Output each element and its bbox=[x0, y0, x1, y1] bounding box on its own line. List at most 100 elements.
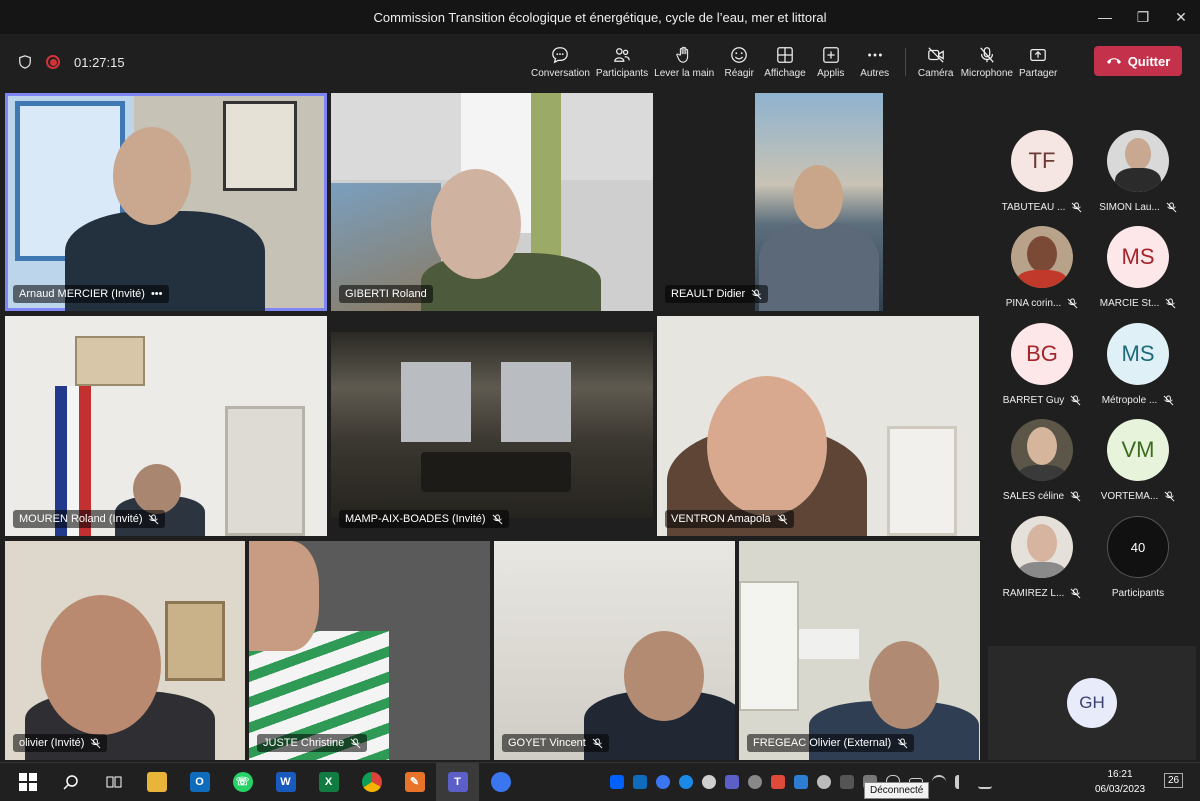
video-tile[interactable]: VENTRON Amapola bbox=[657, 316, 979, 536]
roster-participant[interactable]: TF TABUTEAU ... bbox=[992, 130, 1092, 213]
participants-count[interactable]: 40 Participants bbox=[1088, 516, 1188, 599]
volume-icon[interactable] bbox=[955, 775, 969, 789]
roster-participant[interactable]: MS Métropole ... bbox=[1088, 323, 1188, 406]
video-tile[interactable]: FREGEAC Olivier (External) bbox=[739, 541, 980, 760]
apps-button[interactable]: Applis bbox=[809, 34, 853, 90]
outlook-button[interactable]: O bbox=[178, 763, 221, 801]
taskbar-clock[interactable]: 16:21 06/03/2023 bbox=[1088, 767, 1152, 797]
dropbox-icon[interactable] bbox=[610, 775, 624, 789]
system-tray bbox=[610, 763, 992, 801]
teams-button[interactable]: T bbox=[436, 762, 479, 801]
chrome-button[interactable] bbox=[350, 763, 393, 801]
participant-face bbox=[113, 127, 191, 225]
participants-button[interactable]: Participants bbox=[593, 34, 651, 90]
task-view-button[interactable] bbox=[92, 763, 135, 801]
cloud-icon[interactable] bbox=[702, 775, 716, 789]
onedrive-icon[interactable] bbox=[679, 775, 693, 789]
video-tile[interactable]: olivier (Invité) bbox=[5, 541, 245, 760]
file-explorer-button[interactable] bbox=[135, 763, 178, 801]
avatar bbox=[1011, 226, 1073, 288]
mic-off-icon bbox=[90, 737, 101, 748]
roster-participant[interactable]: SIMON Lau... bbox=[1088, 130, 1188, 213]
mic-off-icon bbox=[350, 737, 361, 748]
signal-tray-icon[interactable] bbox=[656, 775, 670, 789]
camera-label: Caméra bbox=[917, 67, 954, 79]
shield-tray-icon[interactable] bbox=[794, 775, 808, 789]
participant-name: JUSTE Christine bbox=[263, 737, 345, 749]
raise-hand-button[interactable]: Lever la main bbox=[651, 34, 717, 90]
camera-button[interactable]: Caméra bbox=[914, 34, 958, 90]
participant-name: MOUREN Roland (Invité) bbox=[19, 513, 143, 525]
close-window-button[interactable]: ✕ bbox=[1162, 0, 1200, 34]
roster-participant[interactable]: RAMIREZ L... bbox=[992, 516, 1092, 599]
view-button[interactable]: Affichage bbox=[761, 34, 809, 90]
camera-off-icon bbox=[927, 46, 944, 63]
restore-button[interactable]: ❐ bbox=[1124, 0, 1162, 34]
roster-name-row: MARCIE St... bbox=[1088, 298, 1188, 309]
pen-app-button[interactable]: ✎ bbox=[393, 763, 436, 801]
roster-participant[interactable]: MS MARCIE St... bbox=[1088, 226, 1188, 309]
phone-hangup-icon bbox=[1106, 58, 1121, 64]
teams-tray-icon[interactable] bbox=[725, 775, 739, 789]
outlook-tray-icon[interactable] bbox=[633, 775, 647, 789]
search-button[interactable] bbox=[49, 763, 92, 801]
roster-participant[interactable]: BG BARRET Guy bbox=[992, 323, 1092, 406]
status-tray-icon[interactable] bbox=[817, 775, 831, 789]
avatar-initials: MS bbox=[1121, 244, 1155, 269]
roster-participant[interactable]: VM VORTEMA... bbox=[1088, 419, 1188, 502]
word-button[interactable]: W bbox=[264, 763, 307, 801]
quit-button[interactable]: Quitter bbox=[1094, 46, 1182, 76]
conversation-button[interactable]: Conversation bbox=[528, 34, 593, 90]
more-options-icon[interactable]: ••• bbox=[151, 288, 163, 300]
pen-icon: ✎ bbox=[404, 771, 425, 792]
microphone-button[interactable]: Microphone bbox=[958, 34, 1016, 90]
video-tile[interactable]: GOYET Vincent bbox=[494, 541, 735, 760]
minimize-button[interactable]: — bbox=[1086, 0, 1124, 34]
chrome-tray-icon[interactable] bbox=[748, 775, 762, 789]
teams-icon: T bbox=[447, 771, 468, 792]
roster-participant[interactable]: SALES céline bbox=[992, 419, 1092, 502]
avatar: GH bbox=[1067, 678, 1117, 728]
avatar bbox=[1107, 130, 1169, 192]
window-frame bbox=[401, 362, 471, 442]
mic-off-icon bbox=[1163, 395, 1174, 406]
participant-face bbox=[431, 169, 521, 279]
avatar: VM bbox=[1107, 419, 1169, 481]
video-tile[interactable]: GIBERTI Roland bbox=[331, 93, 653, 311]
participant-name-tag: MOUREN Roland (Invité) bbox=[13, 510, 166, 528]
self-view-tile[interactable]: GH bbox=[988, 646, 1196, 760]
video-tile[interactable]: MAMP-AIX-BOADES (Invité) bbox=[331, 316, 653, 536]
react-button[interactable]: Réagir bbox=[717, 34, 761, 90]
notification-badge[interactable]: 26 bbox=[1164, 773, 1184, 788]
signal-button[interactable] bbox=[479, 763, 522, 801]
participants-count-value: 40 bbox=[1130, 539, 1146, 555]
participant-name: GIBERTI Roland bbox=[345, 288, 427, 300]
excel-button[interactable]: X bbox=[307, 763, 350, 801]
more-button[interactable]: Autres bbox=[853, 34, 897, 90]
mic-off-icon bbox=[1165, 298, 1176, 309]
roster-name-row: Métropole ... bbox=[1088, 395, 1188, 406]
video-tile[interactable]: JUSTE Christine bbox=[249, 541, 490, 760]
color-app-icon[interactable] bbox=[771, 775, 785, 789]
wifi-icon[interactable] bbox=[932, 775, 946, 789]
avatar: MS bbox=[1107, 226, 1169, 288]
start-button[interactable] bbox=[6, 763, 49, 801]
pen-tray-icon[interactable] bbox=[978, 775, 992, 789]
gift-icon[interactable] bbox=[840, 775, 854, 789]
video-tile[interactable]: Arnaud MERCIER (Invité) ••• bbox=[5, 93, 327, 311]
participants-label: Participants bbox=[595, 67, 649, 79]
roster-name: MARCIE St... bbox=[1099, 298, 1160, 309]
video-tile[interactable]: MOUREN Roland (Invité) bbox=[5, 316, 327, 536]
roster-participant[interactable]: PINA corin... bbox=[992, 226, 1092, 309]
participant-name-tag: FREGEAC Olivier (External) bbox=[747, 734, 915, 752]
task-view-icon bbox=[106, 776, 121, 787]
participant-face bbox=[624, 631, 704, 721]
share-button[interactable]: Partager bbox=[1016, 34, 1060, 90]
smile-icon bbox=[731, 46, 748, 63]
whatsapp-button[interactable]: ☏ bbox=[221, 763, 264, 801]
meeting-timer: 01:27:15 bbox=[74, 54, 125, 70]
hand-icon bbox=[676, 46, 689, 63]
video-tile[interactable]: REAULT Didier bbox=[657, 93, 979, 311]
participant-name: olivier (Invité) bbox=[19, 737, 85, 749]
recording-icon bbox=[46, 55, 60, 69]
